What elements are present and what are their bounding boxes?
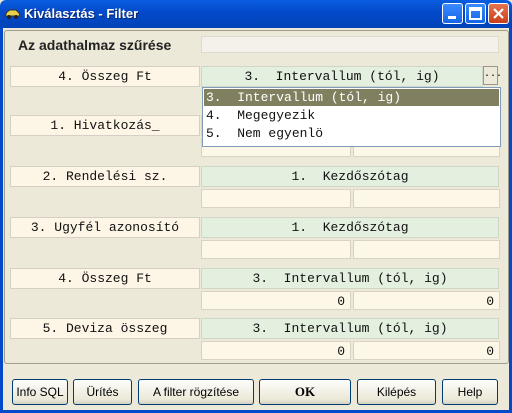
- filter-value-to-5[interactable]: 0: [353, 341, 500, 360]
- dropdown-ellipsis-button[interactable]: ...: [483, 66, 502, 85]
- filter-operator-select-3[interactable]: 1. Kezdőszótag: [201, 217, 499, 238]
- close-button[interactable]: [488, 3, 509, 24]
- filter-operator-select-2[interactable]: 1. Kezdőszótag: [201, 166, 499, 187]
- filter-label-0: 4. Összeg Ft: [10, 66, 200, 87]
- clear-button[interactable]: Ürítés: [73, 379, 132, 405]
- info-sql-button[interactable]: Info SQL: [12, 379, 68, 405]
- filter-value-to-2[interactable]: [353, 189, 500, 208]
- save-filter-button[interactable]: A filter rögzítése: [138, 379, 254, 405]
- operator-dropdown-list: 3. Intervallum (tól, ig) 4. Megegyezik 5…: [202, 87, 501, 147]
- filter-label-5: 5. Deviza összeg: [10, 318, 200, 339]
- filter-value-to-4[interactable]: 0: [353, 291, 500, 310]
- dropdown-option[interactable]: 3. Intervallum (tól, ig): [204, 89, 499, 106]
- minimize-icon: [448, 16, 456, 19]
- filter-value-from-3[interactable]: [201, 240, 351, 259]
- filter-label-3: 3. Ugyfél azonosító: [10, 217, 200, 238]
- maximize-button[interactable]: [465, 3, 486, 24]
- ok-button[interactable]: OK: [259, 379, 351, 405]
- filter-operator-select-4[interactable]: 3. Intervallum (tól, ig): [201, 268, 499, 289]
- filter-operator-select-5[interactable]: 3. Intervallum (tól, ig): [201, 318, 499, 339]
- close-icon: [493, 8, 504, 19]
- maximize-icon: [469, 7, 482, 20]
- filter-value-from-2[interactable]: [201, 189, 351, 208]
- filter-operator-select-0[interactable]: 3. Intervallum (tól, ig): [201, 66, 483, 87]
- filter-heading-field: [201, 36, 499, 53]
- window-title: Kiválasztás - Filter: [24, 6, 139, 21]
- filter-value-from-4[interactable]: 0: [201, 291, 351, 310]
- dropdown-option[interactable]: 5. Nem egyenlö: [204, 125, 499, 142]
- filter-heading: Az adathalmaz szűrése: [18, 37, 172, 53]
- filter-label-1: 1. Hivatkozás_: [10, 115, 200, 136]
- filter-label-2: 2. Rendelési sz.: [10, 166, 200, 187]
- dropdown-option[interactable]: 4. Megegyezik: [204, 107, 499, 124]
- filter-value-from-5[interactable]: 0: [201, 341, 351, 360]
- exit-button[interactable]: Kilépés: [357, 379, 436, 405]
- car-app-icon: [4, 9, 21, 19]
- filter-value-to-3[interactable]: [353, 240, 500, 259]
- minimize-button[interactable]: [442, 3, 463, 24]
- filter-label-4: 4. Összeg Ft: [10, 268, 200, 289]
- help-button[interactable]: Help: [442, 379, 498, 405]
